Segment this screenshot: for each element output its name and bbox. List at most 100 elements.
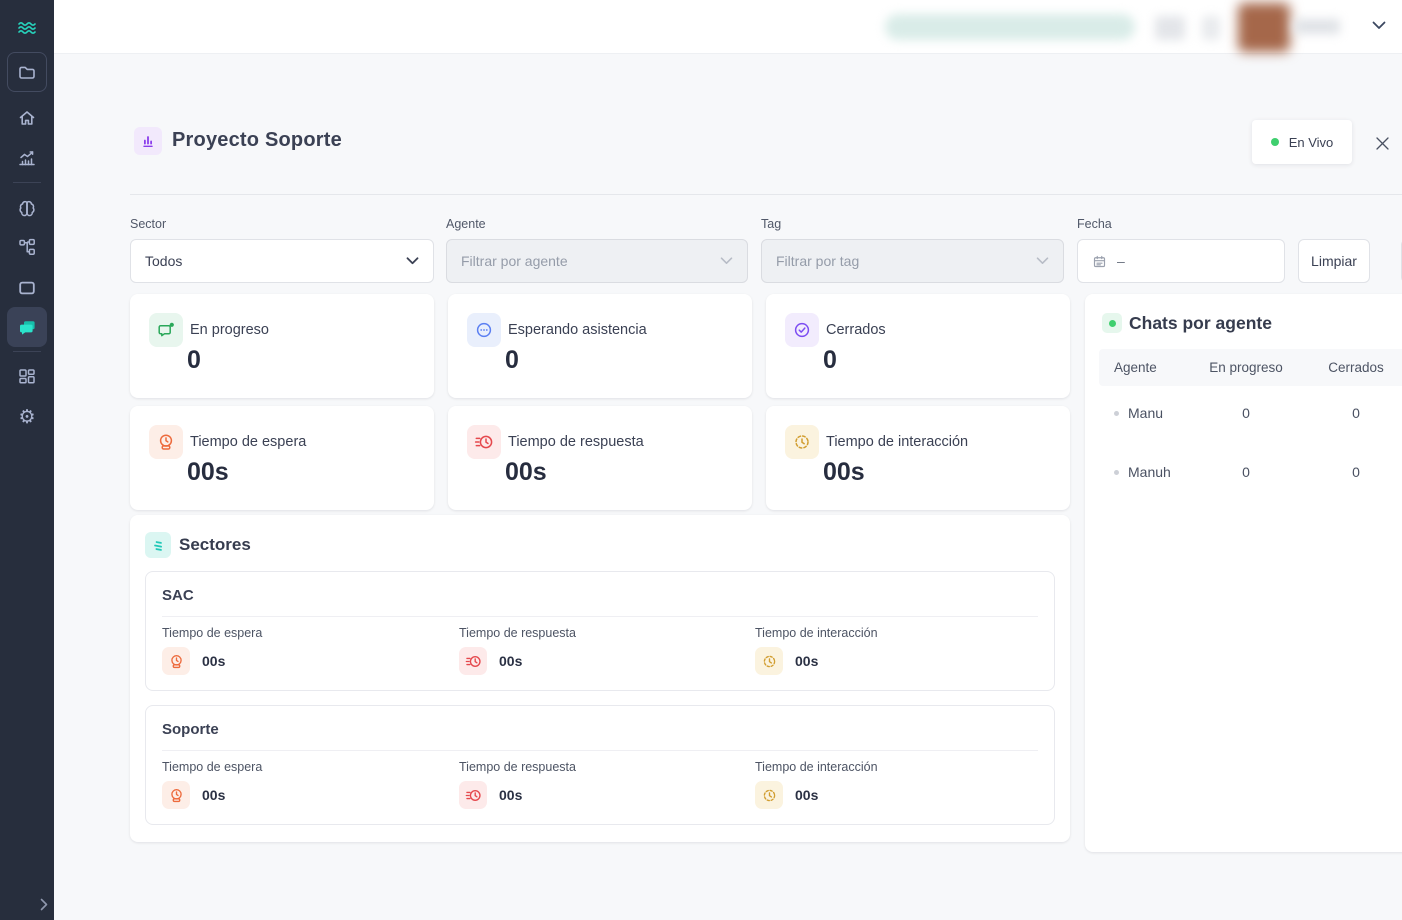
stat-value: 00s <box>823 458 865 487</box>
blurred-status-pill <box>885 14 1135 40</box>
sector-select-value: Todos <box>145 253 182 269</box>
agent-cerrados-count: 0 <box>1301 405 1402 421</box>
metric-value: 00s <box>795 653 818 669</box>
sector-card-sac: SAC Tiempo de espera 00s Tiempo de respu… <box>145 571 1055 691</box>
blurred-username <box>1294 19 1340 34</box>
sidebar-divider <box>13 182 41 183</box>
agent-cerrados-count: 0 <box>1301 464 1402 480</box>
sidebar-item-home[interactable] <box>7 98 47 138</box>
wait-clock-icon <box>162 781 190 809</box>
stat-card-cerrados: Cerrados 0 <box>766 294 1070 398</box>
clear-filters-button[interactable]: Limpiar <box>1298 239 1370 283</box>
agent-select[interactable]: Filtrar por agente <box>446 239 748 283</box>
table-row[interactable]: Manuh 0 0 <box>1099 456 1402 488</box>
stat-value: 00s <box>187 458 229 487</box>
home-icon <box>17 108 37 128</box>
live-status-badge[interactable]: En Vivo <box>1252 120 1352 164</box>
column-header-cerrados: Cerrados <box>1301 360 1402 375</box>
sidebar-item-analytics[interactable] <box>7 138 47 178</box>
metric-tiempo-espera: Tiempo de espera 00s <box>162 626 422 675</box>
stat-value: 0 <box>505 346 519 375</box>
sidebar-item-chats[interactable] <box>7 307 47 347</box>
tag-select[interactable]: Filtrar por tag <box>761 239 1064 283</box>
chevron-down-icon <box>1036 257 1049 265</box>
metric-value: 00s <box>795 787 818 803</box>
speed-clock-icon <box>459 781 487 809</box>
agent-filter-label: Agente <box>446 217 486 231</box>
sidebar-item-workflows[interactable] <box>7 227 47 267</box>
stat-label: Cerrados <box>826 322 886 338</box>
metric-tiempo-interaccion: Tiempo de interacción 00s <box>755 626 1015 675</box>
agent-en-progreso-count: 0 <box>1191 464 1301 480</box>
window-icon <box>17 278 37 298</box>
sidebar: ⚙ <box>0 0 54 920</box>
bar-chart-icon <box>140 133 156 149</box>
metric-value: 00s <box>202 787 225 803</box>
column-header-agente: Agente <box>1099 360 1191 375</box>
project-chart-icon-badge <box>134 127 162 155</box>
metric-label: Tiempo de respuesta <box>459 760 719 774</box>
metric-label: Tiempo de respuesta <box>459 626 719 640</box>
sidebar-expand-button[interactable] <box>34 894 54 914</box>
stat-value: 0 <box>187 346 201 375</box>
sector-filter-label: Sector <box>130 217 166 231</box>
calendar-icon <box>1092 254 1107 269</box>
stat-label: Tiempo de respuesta <box>508 434 644 450</box>
header-divider <box>130 194 1402 195</box>
blurred-icon <box>1202 16 1220 40</box>
gear-icon: ⚙ <box>18 408 35 427</box>
sector-select[interactable]: Todos <box>130 239 434 283</box>
sidebar-item-projects[interactable] <box>7 52 47 92</box>
folder-icon <box>17 62 37 82</box>
blurred-icon <box>1155 16 1185 40</box>
wait-clock-icon <box>162 647 190 675</box>
stat-card-tiempo-respuesta: Tiempo de respuesta 00s <box>448 406 752 510</box>
sectors-title: Sectores <box>179 535 251 555</box>
chevron-down-icon <box>406 257 419 265</box>
dashed-clock-icon <box>755 781 783 809</box>
live-dot-icon <box>1271 138 1279 146</box>
sector-divider <box>162 750 1038 751</box>
stat-card-tiempo-espera: Tiempo de espera 00s <box>130 406 434 510</box>
sidebar-item-dashboard[interactable] <box>7 357 47 397</box>
tag-filter-label: Tag <box>761 217 781 231</box>
avatar[interactable] <box>1238 3 1290 52</box>
brain-icon <box>17 198 37 218</box>
metric-tiempo-respuesta: Tiempo de respuesta 00s <box>459 626 719 675</box>
metric-value: 00s <box>202 653 225 669</box>
sidebar-divider <box>13 351 41 352</box>
speed-clock-icon <box>459 647 487 675</box>
close-button[interactable] <box>1373 134 1391 152</box>
profile-menu-chevron[interactable] <box>1372 21 1386 30</box>
dashed-clock-icon <box>755 647 783 675</box>
date-range-input[interactable]: – <box>1077 239 1285 283</box>
table-row[interactable]: Manu 0 0 <box>1099 397 1402 429</box>
column-header-en-progreso: En progreso <box>1191 360 1301 375</box>
metric-label: Tiempo de espera <box>162 760 422 774</box>
stat-value: 0 <box>823 346 837 375</box>
page-title: Proyecto Soporte <box>172 129 342 152</box>
stat-label: Tiempo de interacción <box>826 434 968 450</box>
tag-select-placeholder: Filtrar por tag <box>776 253 859 269</box>
live-badge-label: En Vivo <box>1289 135 1334 150</box>
brand-waves-logo[interactable] <box>7 8 47 48</box>
chats-by-agent-title: Chats por agente <box>1129 313 1272 334</box>
metric-label: Tiempo de espera <box>162 626 422 640</box>
date-range-value: – <box>1117 253 1125 269</box>
bullet-icon <box>1114 470 1119 475</box>
chats-by-agent-panel: Chats por agente Agente En progreso Cerr… <box>1085 294 1402 852</box>
waiting-dots-icon <box>467 313 501 347</box>
metric-label: Tiempo de interacción <box>755 760 1015 774</box>
sector-name: Soporte <box>162 721 219 738</box>
sidebar-item-channels[interactable] <box>7 268 47 308</box>
date-filter-label: Fecha <box>1077 217 1112 231</box>
speed-clock-icon <box>467 425 501 459</box>
sidebar-item-ai[interactable] <box>7 188 47 228</box>
dashboard-grid-icon <box>17 367 37 387</box>
sector-divider <box>162 616 1038 617</box>
dashed-clock-icon <box>785 425 819 459</box>
sidebar-item-settings[interactable]: ⚙ <box>7 397 47 437</box>
bullet-icon <box>1114 411 1119 416</box>
stat-value: 00s <box>505 458 547 487</box>
stat-label: Esperando asistencia <box>508 322 647 338</box>
